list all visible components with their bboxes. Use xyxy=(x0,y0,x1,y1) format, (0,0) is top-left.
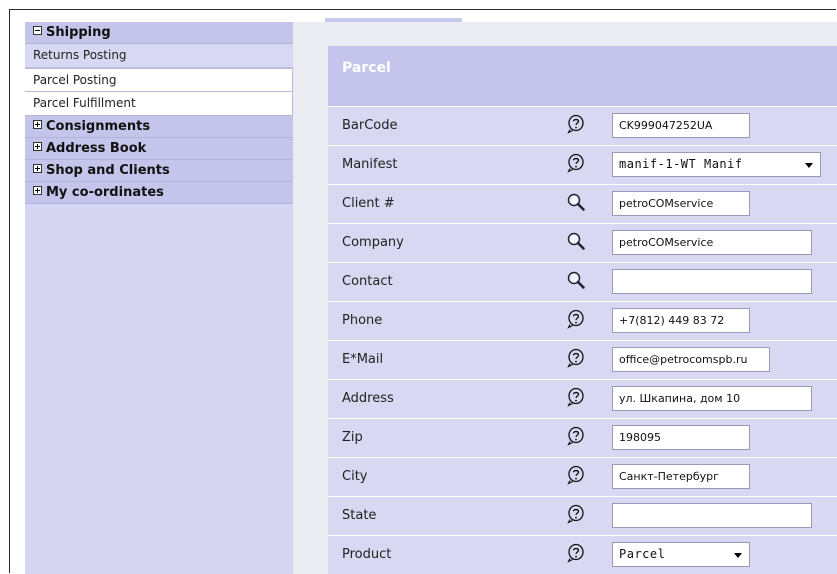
field-label: Product xyxy=(342,547,392,562)
sidebar-item-parcel-fulfillment[interactable]: Parcel Fulfillment xyxy=(25,92,293,116)
field-label: Client # xyxy=(342,196,395,211)
client-input[interactable]: petroCOMservice xyxy=(612,191,750,216)
form-row-manifest: Manifest manif-1-WT Manif xyxy=(328,145,837,184)
field-label: BarCode xyxy=(342,118,398,133)
e-mail-input[interactable]: office@petrocomspb.ru xyxy=(612,347,770,372)
expand-icon[interactable] xyxy=(33,164,42,173)
sidebar-item-label: Returns Posting xyxy=(33,48,127,62)
form-row-zip: Zip 198095 xyxy=(328,418,837,457)
search-icon[interactable] xyxy=(566,270,586,290)
sidebar-section-label: Address Book xyxy=(46,141,147,156)
dropdown-arrow-icon[interactable] xyxy=(734,553,742,558)
form-row-phone: Phone +7(812) 449 83 72 xyxy=(328,301,837,340)
field-value: +7(812) 449 83 72 xyxy=(619,314,725,327)
sidebar-item-parcel-posting[interactable]: Parcel Posting xyxy=(25,68,293,92)
sidebar-item-returns-posting[interactable]: Returns Posting xyxy=(25,44,293,68)
help-icon[interactable] xyxy=(566,387,586,407)
field-value: office@petrocomspb.ru xyxy=(619,353,748,366)
city-input[interactable]: Санкт-Петербург xyxy=(612,464,750,489)
help-icon[interactable] xyxy=(566,348,586,368)
panel-header: Parcel xyxy=(328,46,837,106)
form-row-address: Address ул. Шкапина, дом 10 xyxy=(328,379,837,418)
form-row-barcode: BarCode CK999047252UA xyxy=(328,106,837,145)
field-label: City xyxy=(342,469,368,484)
field-label: Contact xyxy=(342,274,393,289)
state-input[interactable] xyxy=(612,503,812,528)
zip-input[interactable]: 198095 xyxy=(612,425,750,450)
help-icon[interactable] xyxy=(566,309,586,329)
barcode-input[interactable]: CK999047252UA xyxy=(612,113,750,138)
expand-icon[interactable] xyxy=(33,186,42,195)
sidebar-section-label: Consignments xyxy=(46,119,151,134)
search-icon[interactable] xyxy=(566,192,586,212)
field-label: Company xyxy=(342,235,404,250)
panel-title: Parcel xyxy=(342,60,391,76)
collapse-icon[interactable] xyxy=(33,26,42,35)
parcel-panel: Parcel BarCode CK999047252UA Manifest manif… xyxy=(328,46,837,574)
field-value: CK999047252UA xyxy=(619,119,713,132)
field-value: 198095 xyxy=(619,431,661,444)
form-row-product: Product Parcel xyxy=(328,535,837,574)
field-label: State xyxy=(342,508,377,523)
field-value: Санкт-Петербург xyxy=(619,470,719,483)
field-label: Phone xyxy=(342,313,383,328)
form-row-client: Client # petroCOMservice xyxy=(328,184,837,223)
sidebar-section-consignments[interactable]: Consignments xyxy=(25,116,293,138)
sidebar-section-label: Shop and Clients xyxy=(46,163,170,178)
sidebar-section-label: Shipping xyxy=(46,25,111,40)
field-value: Parcel xyxy=(619,547,666,561)
sidebar-item-label: Parcel Fulfillment xyxy=(33,96,136,110)
field-label: E*Mail xyxy=(342,352,384,367)
address-input[interactable]: ул. Шкапина, дом 10 xyxy=(612,386,812,411)
help-icon[interactable] xyxy=(566,114,586,134)
help-icon[interactable] xyxy=(566,153,586,173)
field-value: petroCOMservice xyxy=(619,197,714,210)
form-row-contact: Contact xyxy=(328,262,837,301)
sidebar-section-my-coordinates[interactable]: My co-ordinates xyxy=(25,182,293,204)
help-icon[interactable] xyxy=(566,465,586,485)
sidebar: Shipping Returns Posting Parcel Posting … xyxy=(25,22,293,574)
search-icon[interactable] xyxy=(566,231,586,251)
company-input[interactable]: petroCOMservice xyxy=(612,230,812,255)
form-row-e-mail: E*Mail office@petrocomspb.ru xyxy=(328,340,837,379)
field-value: manif-1-WT Manif xyxy=(619,157,743,171)
help-icon[interactable] xyxy=(566,543,586,563)
product-select[interactable]: Parcel xyxy=(612,542,750,567)
sidebar-section-shipping[interactable]: Shipping xyxy=(25,22,293,44)
phone-input[interactable]: +7(812) 449 83 72 xyxy=(612,308,750,333)
field-value: ул. Шкапина, дом 10 xyxy=(619,392,741,405)
field-label: Address xyxy=(342,391,394,406)
field-label: Manifest xyxy=(342,157,398,172)
field-label: Zip xyxy=(342,430,363,445)
help-icon[interactable] xyxy=(566,426,586,446)
help-icon[interactable] xyxy=(566,504,586,524)
expand-icon[interactable] xyxy=(33,142,42,151)
dropdown-arrow-icon[interactable] xyxy=(805,163,813,168)
field-value: petroCOMservice xyxy=(619,236,714,249)
sidebar-section-label: My co-ordinates xyxy=(46,185,164,200)
form-row-city: City Санкт-Петербург xyxy=(328,457,837,496)
form-row-state: State xyxy=(328,496,837,535)
sidebar-item-label: Parcel Posting xyxy=(33,73,117,87)
sidebar-section-address-book[interactable]: Address Book xyxy=(25,138,293,160)
sidebar-section-shop-and-clients[interactable]: Shop and Clients xyxy=(25,160,293,182)
contact-input[interactable] xyxy=(612,269,812,294)
expand-icon[interactable] xyxy=(33,120,42,129)
manifest-select[interactable]: manif-1-WT Manif xyxy=(612,152,821,177)
form-row-company: Company petroCOMservice xyxy=(328,223,837,262)
